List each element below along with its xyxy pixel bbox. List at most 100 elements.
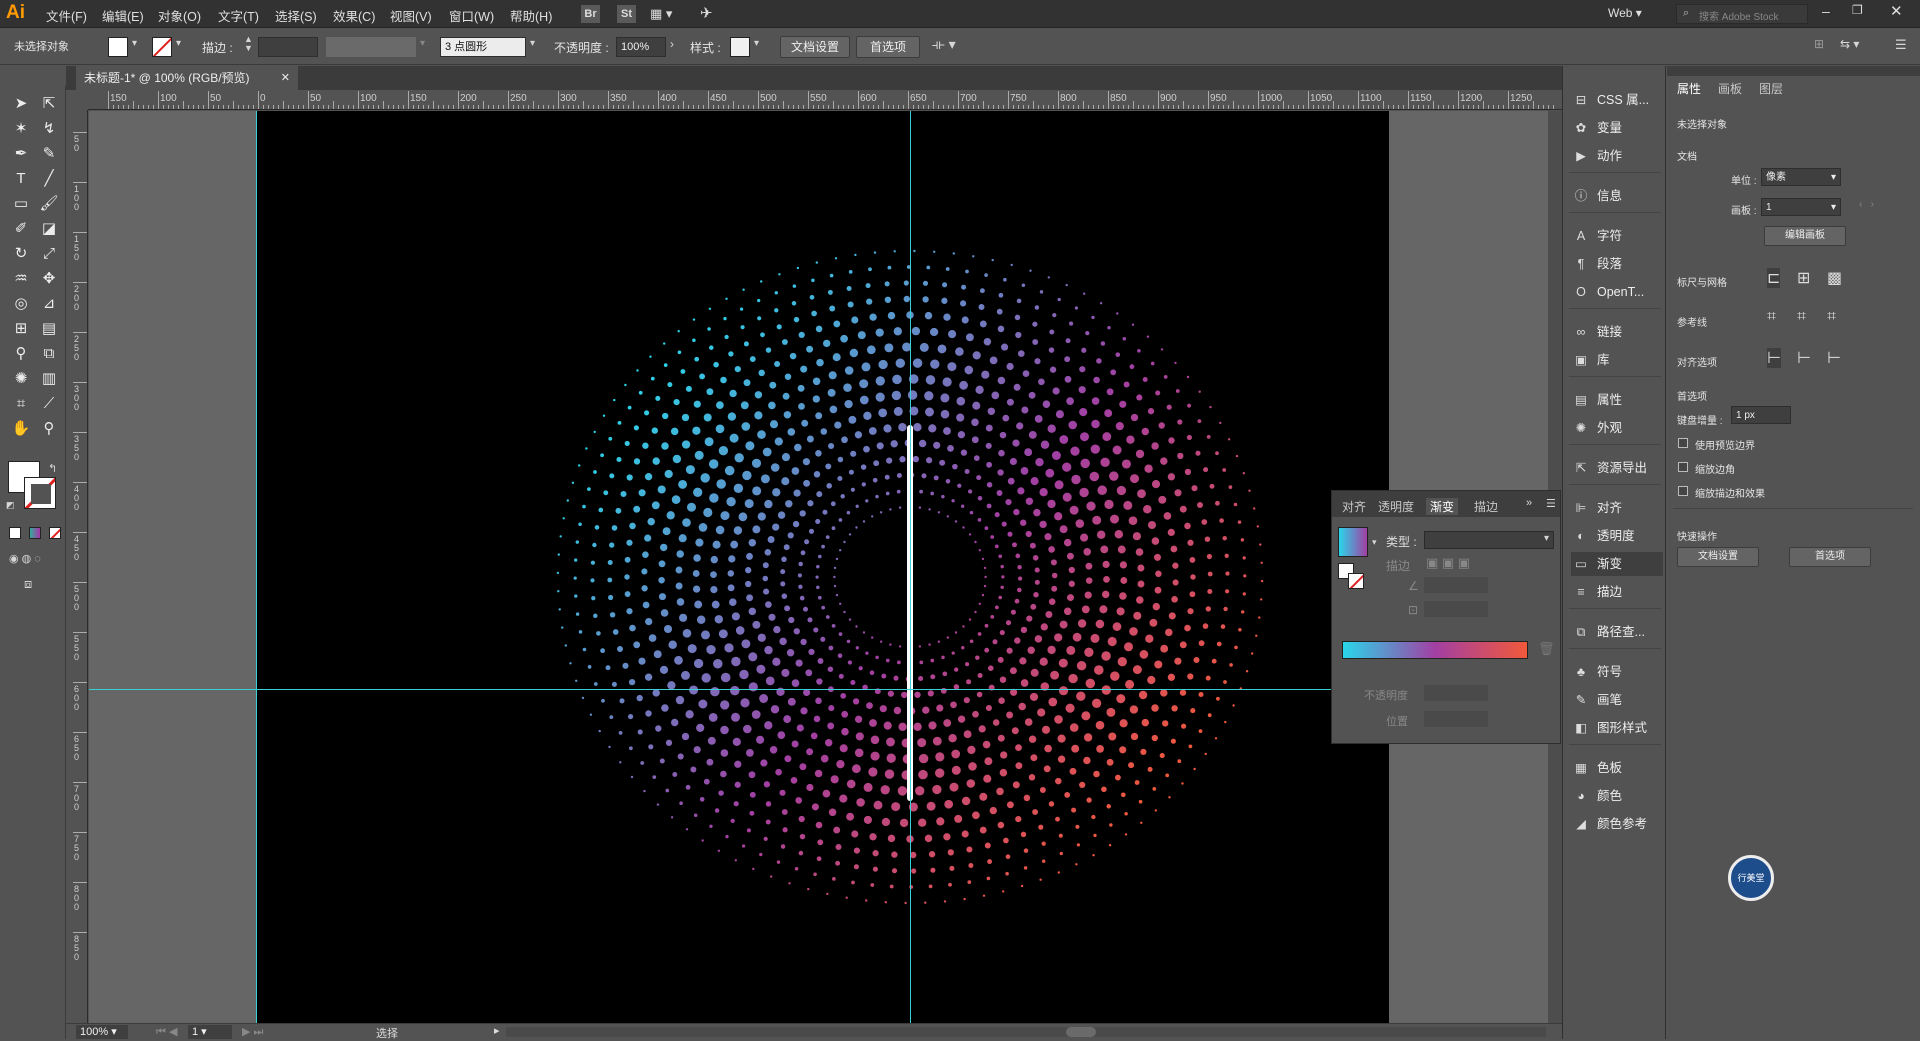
collapse-panel-icon[interactable]: » bbox=[1526, 497, 1532, 509]
menu-help[interactable]: 帮助(H) bbox=[510, 6, 552, 25]
gradient-mode-icon[interactable] bbox=[29, 527, 41, 539]
dock-item-swatches[interactable]: ▦ 色板 bbox=[1571, 756, 1663, 780]
magic-wand-icon[interactable]: ✶ bbox=[8, 117, 34, 141]
chevron-down-icon[interactable]: ▾ bbox=[420, 38, 425, 49]
quick-doc-setup-button[interactable]: 文档设置 bbox=[1677, 547, 1759, 567]
screen-mode-icon[interactable]: ⧈ bbox=[24, 576, 32, 592]
direct-selection-tool-icon[interactable]: ⇱ bbox=[36, 92, 62, 116]
document-tab[interactable]: 未标题-1* @ 100% (RGB/预览) ✕ bbox=[76, 66, 298, 90]
blend-tool-icon[interactable]: ⧉ bbox=[36, 342, 62, 366]
artboard-nav-arrows[interactable]: ‹ › bbox=[1859, 199, 1874, 210]
menu-object[interactable]: 对象(O) bbox=[158, 6, 201, 25]
lasso-icon[interactable]: ↯ bbox=[36, 117, 62, 141]
dock-item-css[interactable]: ⊟ CSS 属... bbox=[1571, 88, 1663, 112]
dock-item-pathfinder[interactable]: ⧉ 路径查... bbox=[1571, 620, 1663, 644]
dock-item-graphic-styles[interactable]: ◧ 图形样式 bbox=[1571, 716, 1663, 740]
ruler-origin[interactable] bbox=[72, 90, 88, 110]
arrange-icon[interactable]: ⊞ bbox=[1814, 37, 1824, 51]
workspace-switcher[interactable]: Web ▾ bbox=[1608, 6, 1642, 20]
variable-width-profile[interactable] bbox=[326, 37, 416, 57]
keyboard-increment-input[interactable]: 1 px bbox=[1731, 406, 1791, 424]
transform-icon[interactable]: ⟛ ▾ bbox=[932, 36, 956, 53]
tab-artboards[interactable]: 画板 bbox=[1718, 80, 1742, 97]
artboard[interactable] bbox=[256, 111, 1389, 1023]
close-icon[interactable]: ✕ bbox=[1890, 2, 1903, 20]
grid-icon[interactable]: ⊞ bbox=[1797, 268, 1810, 288]
quick-prefs-button[interactable]: 首选项 bbox=[1789, 547, 1871, 567]
none-mode-icon[interactable] bbox=[49, 527, 61, 539]
color-mode-icon[interactable] bbox=[9, 527, 21, 539]
tab-layers[interactable]: 图层 bbox=[1759, 80, 1783, 97]
stroke-color-icon[interactable] bbox=[24, 477, 56, 509]
pen-tool-icon[interactable]: ✒ bbox=[8, 142, 34, 166]
mesh-tool-icon[interactable]: ⊞ bbox=[8, 317, 34, 341]
doc-setup-button[interactable]: 文档设置 bbox=[780, 36, 850, 58]
menu-view[interactable]: 视图(V) bbox=[390, 6, 432, 25]
dock-item-character[interactable]: A 字符 bbox=[1571, 224, 1663, 248]
menu-effect[interactable]: 效果(C) bbox=[333, 6, 375, 25]
snap-to-pixel-icon[interactable]: ⊢ bbox=[1827, 348, 1841, 368]
vertical-ruler[interactable]: 50 100 150 200 250 300 350 400 450 500 550 600 650 70… bbox=[72, 110, 88, 1023]
prefs-button[interactable]: 首选项 bbox=[856, 36, 920, 58]
dock-item-appearance[interactable]: ✺ 外观 bbox=[1571, 416, 1663, 440]
chevron-down-icon[interactable]: ▾ bbox=[176, 38, 181, 49]
scale-strokes-checkbox[interactable] bbox=[1678, 486, 1688, 496]
minimize-icon[interactable]: – bbox=[1822, 3, 1830, 19]
stop-opacity-input[interactable] bbox=[1424, 685, 1488, 701]
stroke-stepper[interactable]: ▲ ▼ bbox=[244, 35, 253, 53]
stock-button[interactable]: St bbox=[617, 5, 636, 23]
units-select[interactable]: 像素 ▾ bbox=[1761, 168, 1841, 186]
tab-transparency[interactable]: 透明度 bbox=[1378, 498, 1414, 515]
snap-to-grid-icon[interactable]: ⊢ bbox=[1797, 348, 1811, 368]
dock-item-links[interactable]: ∞ 链接 bbox=[1571, 320, 1663, 344]
restore-icon[interactable]: ❐ bbox=[1852, 3, 1863, 17]
dock-item-brushes[interactable]: ✎ 画笔 bbox=[1571, 688, 1663, 712]
eraser-icon[interactable]: ◪ bbox=[36, 217, 62, 241]
last-artboard-icon[interactable]: ▶ ⏭ bbox=[242, 1025, 263, 1039]
menu-select[interactable]: 选择(S) bbox=[275, 6, 317, 25]
panel-menu-icon[interactable]: ☰ bbox=[1546, 497, 1556, 510]
menu-type[interactable]: 文字(T) bbox=[218, 6, 259, 25]
stop-position-input[interactable] bbox=[1424, 711, 1488, 727]
dock-item-stroke[interactable]: ≡ 描边 bbox=[1571, 580, 1663, 604]
dock-item-variables[interactable]: ✿ 变量 bbox=[1571, 116, 1663, 140]
artboard-select[interactable]: 1 ▾ bbox=[1761, 198, 1841, 216]
rotate-tool-icon[interactable]: ↻ bbox=[8, 242, 34, 266]
stroke-gradient-options-icon[interactable]: ▣ ▣ ▣ bbox=[1426, 555, 1470, 571]
menu-icon[interactable]: ☰ bbox=[1895, 37, 1907, 53]
slice-tool-icon[interactable]: ⟋ bbox=[36, 392, 62, 416]
zoom-select[interactable]: 100% ▾ bbox=[76, 1025, 128, 1039]
tab-align[interactable]: 对齐 bbox=[1342, 498, 1366, 515]
stroke-swatch[interactable] bbox=[152, 37, 172, 57]
line-tool-icon[interactable]: ╱ bbox=[36, 167, 62, 191]
edit-artboards-button[interactable]: 编辑画板 bbox=[1764, 226, 1846, 246]
zoom-tool-icon[interactable]: ⚲ bbox=[36, 417, 62, 441]
swap-colors-icon[interactable]: ↰ bbox=[48, 462, 57, 475]
artboard-nav-select[interactable]: 1 ▾ bbox=[188, 1025, 232, 1039]
chevron-down-icon[interactable]: ▾ bbox=[754, 38, 759, 49]
eyedropper-icon[interactable]: ⚲ bbox=[8, 342, 34, 366]
tab-properties[interactable]: 属性 bbox=[1677, 80, 1701, 97]
column-graph-icon[interactable]: ▥ bbox=[36, 367, 62, 391]
artboard-tool-icon[interactable]: ⌗ bbox=[8, 392, 34, 416]
selection-tool-icon[interactable]: ➤ bbox=[8, 92, 34, 116]
dock-item-opentype[interactable]: O OpenT... bbox=[1571, 280, 1663, 304]
chevron-down-icon[interactable]: ▾ bbox=[132, 38, 137, 49]
gradient-slider[interactable] bbox=[1342, 641, 1528, 659]
gradient-tool-icon[interactable]: ▤ bbox=[36, 317, 62, 341]
lock-guides-icon[interactable]: ⌗ bbox=[1797, 308, 1806, 326]
rulers-icon[interactable]: ⊏ bbox=[1767, 268, 1781, 288]
stock-search-input[interactable]: ⌕ 搜索 Adobe Stock bbox=[1676, 4, 1808, 24]
snap-to-point-icon[interactable]: ⊢ bbox=[1767, 348, 1781, 368]
gpu-icon[interactable]: ✈ bbox=[700, 4, 713, 22]
gradient-preview-swatch[interactable] bbox=[1338, 527, 1368, 557]
chevron-down-icon[interactable]: ▾ bbox=[530, 38, 535, 49]
dock-item-color[interactable]: ◕ 颜色 bbox=[1571, 784, 1663, 808]
preview-bounds-checkbox[interactable] bbox=[1678, 438, 1688, 448]
smart-guides-icon[interactable]: ⌗ bbox=[1827, 308, 1836, 326]
horizontal-guide[interactable] bbox=[89, 689, 1331, 690]
perspective-grid-icon[interactable]: ⊿ bbox=[36, 292, 62, 316]
paintbrush-icon[interactable]: 🖌 bbox=[36, 192, 62, 216]
draw-normal-icon[interactable]: ◉ ◍ ◌ bbox=[9, 552, 41, 565]
dock-item-transparency[interactable]: ◐ 透明度 bbox=[1571, 524, 1663, 548]
